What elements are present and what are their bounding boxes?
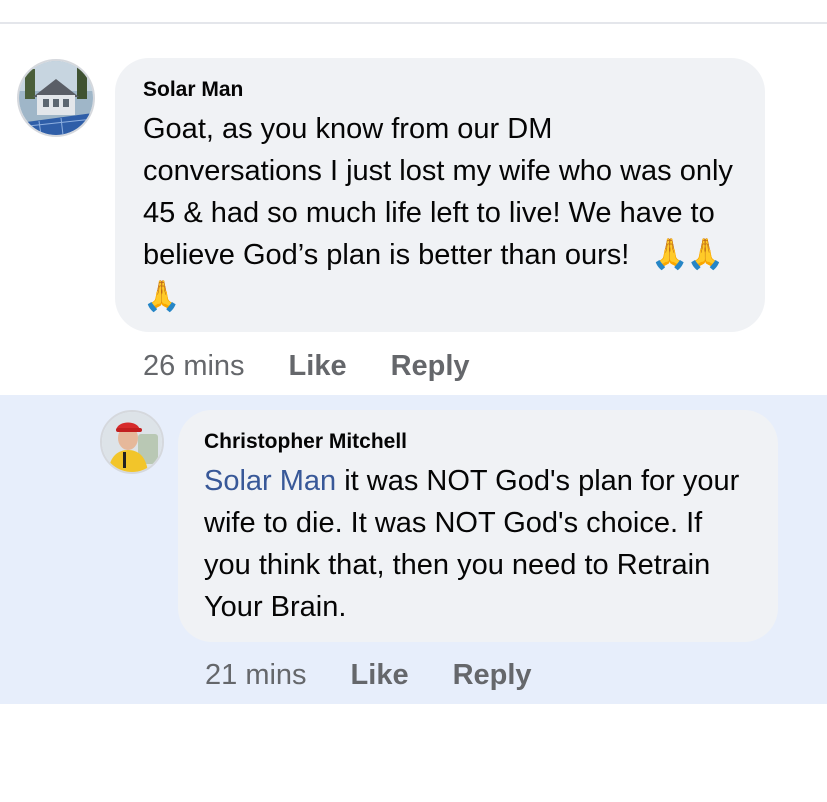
avatar-solar-man[interactable]: [17, 59, 95, 137]
comment-body: Goat, as you know from our DM conversati…: [143, 113, 733, 271]
reply-button[interactable]: Reply: [391, 348, 470, 384]
mention-link[interactable]: Solar Man: [204, 465, 336, 497]
top-divider: [0, 22, 827, 24]
like-button[interactable]: Like: [351, 657, 409, 693]
comment-text: Goat, as you know from our DM conversati…: [143, 108, 737, 318]
reply-timestamp[interactable]: 21 mins: [205, 657, 307, 693]
like-button[interactable]: Like: [289, 348, 347, 384]
comment-timestamp[interactable]: 26 mins: [143, 348, 245, 384]
man-red-cap-avatar-icon: [102, 412, 162, 472]
comment-bubble: Solar Man Goat, as you know from our DM …: [115, 58, 765, 332]
reply-bubble: Christopher Mitchell Solar Man it was NO…: [178, 410, 778, 642]
avatar-christopher-mitchell[interactable]: [100, 410, 164, 474]
reply-actions: 21 mins Like Reply: [205, 657, 532, 693]
reply-text: Solar Man it was NOT God's plan for your…: [204, 460, 752, 628]
comment-actions: 26 mins Like Reply: [143, 348, 470, 384]
reply-author[interactable]: Christopher Mitchell: [204, 428, 752, 456]
house-solar-panels-avatar-icon: [19, 61, 93, 135]
comment-author[interactable]: Solar Man: [143, 76, 737, 104]
reply-button[interactable]: Reply: [453, 657, 532, 693]
